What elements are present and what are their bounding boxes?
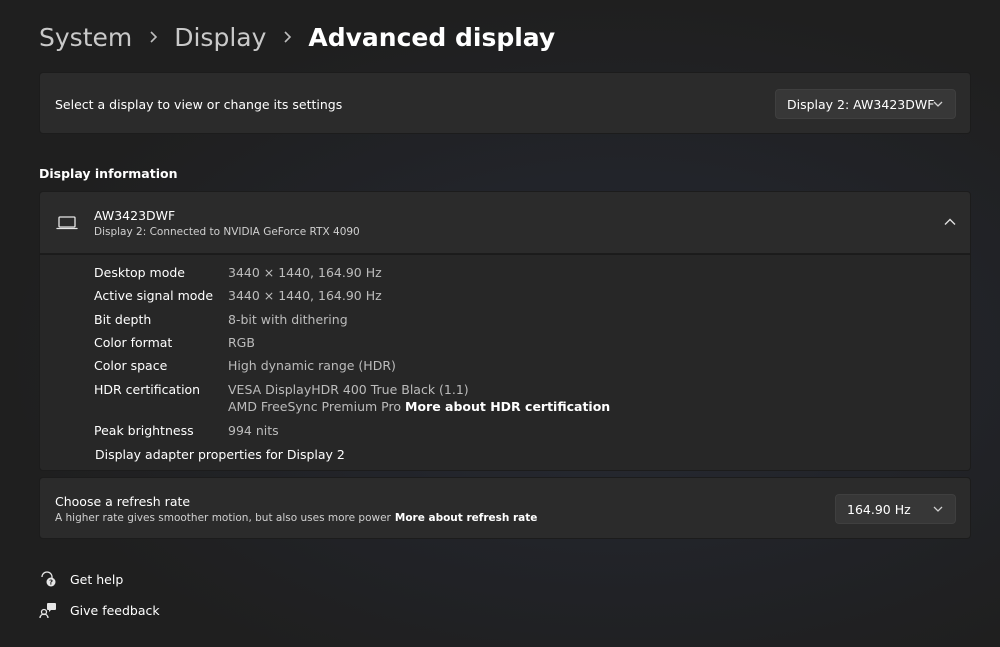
breadcrumb: System Display Advanced display <box>39 18 555 56</box>
display-adapter-properties-link[interactable]: Display adapter properties for Display 2 <box>95 447 345 462</box>
refresh-rate-description: A higher rate gives smoother motion, but… <box>55 512 537 524</box>
display-select-card: Select a display to view or change its s… <box>39 72 971 134</box>
refresh-rate-dropdown[interactable]: 164.90 Hz <box>835 494 956 524</box>
section-title-display-information: Display information <box>39 166 178 181</box>
info-label: Active signal mode <box>94 288 214 303</box>
info-label: Peak brightness <box>94 423 194 438</box>
laptop-icon <box>56 216 78 230</box>
chevron-right-icon <box>148 31 158 43</box>
display-name: AW3423DWF <box>94 208 176 223</box>
refresh-rate-title: Choose a refresh rate <box>55 494 191 509</box>
feedback-icon <box>39 603 56 619</box>
hdr-certification-link[interactable]: More about HDR certification <box>405 399 610 414</box>
refresh-rate-link[interactable]: More about refresh rate <box>395 512 538 524</box>
freesync-value: AMD FreeSync Premium Pro <box>228 399 401 414</box>
display-dropdown-value: Display 2: AW3423DWF <box>787 96 935 112</box>
get-help-label: Get help <box>70 571 124 587</box>
info-value: 3440 × 1440, 164.90 Hz <box>228 288 382 303</box>
chevron-down-icon <box>933 101 943 107</box>
display-info-details: Desktop mode 3440 × 1440, 164.90 Hz Acti… <box>39 254 971 471</box>
info-value: High dynamic range (HDR) <box>228 358 396 373</box>
give-feedback-link[interactable]: Give feedback <box>39 601 160 619</box>
info-value: 8-bit with dithering <box>228 312 348 327</box>
info-label: Color format <box>94 335 173 350</box>
info-value: 994 nits <box>228 423 279 438</box>
get-help-link[interactable]: ? Get help <box>39 570 123 588</box>
info-label: Bit depth <box>94 312 152 327</box>
refresh-rate-subtitle: A higher rate gives smoother motion, but… <box>55 512 391 524</box>
refresh-rate-value: 164.90 Hz <box>847 501 911 517</box>
info-label: Desktop mode <box>94 265 185 280</box>
refresh-rate-card: Choose a refresh rate A higher rate give… <box>39 477 971 539</box>
chevron-up-icon[interactable] <box>944 218 956 226</box>
info-value: VESA DisplayHDR 400 True Black (1.1) <box>228 382 469 397</box>
display-dropdown[interactable]: Display 2: AW3423DWF <box>775 89 956 119</box>
give-feedback-label: Give feedback <box>70 602 160 618</box>
chevron-right-icon <box>282 31 292 43</box>
display-info-expander[interactable]: AW3423DWF Display 2: Connected to NVIDIA… <box>39 191 971 254</box>
info-value-secondary: AMD FreeSync Premium Pro More about HDR c… <box>228 399 610 414</box>
info-value: RGB <box>228 335 255 350</box>
info-label: Color space <box>94 358 168 373</box>
info-label: HDR certification <box>94 382 201 397</box>
page-title: Advanced display <box>308 22 556 52</box>
chevron-down-icon <box>933 506 943 512</box>
help-icon: ? <box>41 571 56 587</box>
display-connection: Display 2: Connected to NVIDIA GeForce R… <box>94 226 360 238</box>
breadcrumb-system[interactable]: System <box>39 23 132 52</box>
display-select-label: Select a display to view or change its s… <box>55 96 343 112</box>
svg-text:?: ? <box>49 579 53 587</box>
breadcrumb-display[interactable]: Display <box>174 23 266 52</box>
info-value: 3440 × 1440, 164.90 Hz <box>228 265 382 280</box>
